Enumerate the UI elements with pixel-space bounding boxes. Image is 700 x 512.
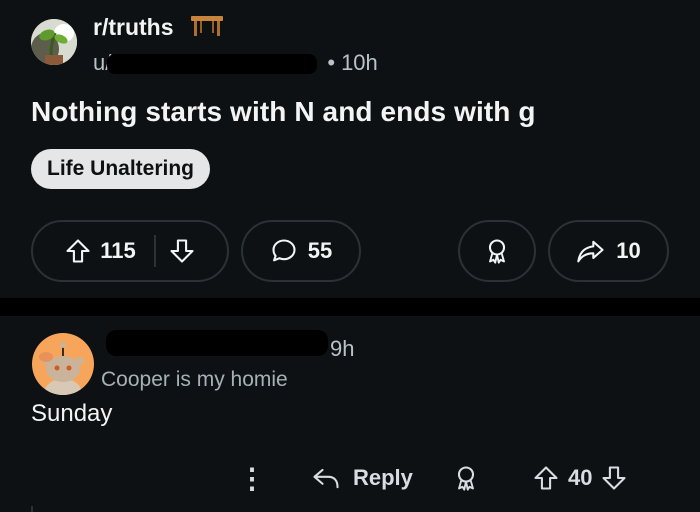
comment-vote-bar: 40	[532, 456, 628, 500]
commenter-flair: Cooper is my homie	[101, 368, 288, 391]
downvote-icon[interactable]	[168, 237, 196, 265]
redacted-username	[107, 54, 318, 75]
vote-separator	[153, 235, 156, 267]
comment-award-button[interactable]	[452, 456, 480, 500]
subreddit-avatar[interactable]	[31, 19, 77, 65]
post-time: 10h	[341, 50, 378, 75]
subreddit-name[interactable]: r/truths	[93, 14, 174, 41]
reply-icon	[313, 468, 339, 489]
comment-vote-count: 40	[568, 465, 593, 490]
comments-button[interactable]: 55	[241, 220, 361, 282]
upvote-icon[interactable]	[532, 464, 560, 492]
post-card: r/truths u/• 10h Nothing starts with N an…	[0, 0, 700, 298]
more-options-button[interactable]: ⋮	[238, 456, 266, 500]
award-button[interactable]	[458, 220, 536, 282]
post-meta: u/• 10h	[93, 50, 378, 76]
share-button[interactable]: 10	[548, 220, 669, 282]
table-icon	[191, 16, 223, 36]
downvote-icon[interactable]	[600, 464, 628, 492]
share-icon	[577, 240, 604, 263]
share-count: 10	[616, 238, 641, 263]
upvote-icon[interactable]	[64, 237, 92, 265]
vote-bar: 115	[31, 220, 229, 282]
comment: 9h Cooper is my homie Sunday ⋮ Reply 40	[0, 316, 700, 512]
commenter-avatar[interactable]	[32, 333, 94, 395]
comment-count: 55	[307, 238, 333, 263]
post-title[interactable]: Nothing starts with N and ends with g	[31, 96, 536, 128]
separator-dot: •	[327, 50, 336, 75]
more-icon: ⋮	[238, 462, 266, 494]
redacted-commenter-name	[106, 330, 328, 356]
award-icon	[488, 239, 506, 264]
award-icon	[457, 466, 475, 491]
upvote-count: 115	[100, 238, 136, 263]
comment-icon	[272, 239, 296, 262]
reply-button[interactable]: Reply	[311, 456, 413, 500]
comment-time: 9h	[330, 336, 355, 361]
section-divider	[0, 298, 700, 316]
comment-body: Sunday	[31, 400, 113, 427]
reply-label: Reply	[353, 465, 413, 490]
thread-line	[31, 506, 33, 512]
post-flair[interactable]: Life Unaltering	[31, 149, 211, 189]
comment-actions: ⋮ Reply 40	[0, 456, 700, 500]
